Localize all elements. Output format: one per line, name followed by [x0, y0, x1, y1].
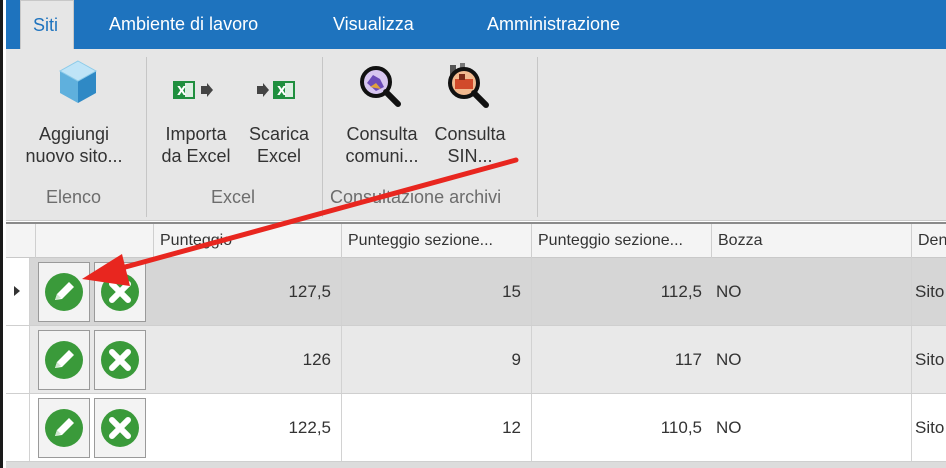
- aggiungi-line2: nuovo sito...: [25, 146, 123, 166]
- scarica-line1: Scarica: [248, 124, 310, 144]
- search-sin-icon: [442, 61, 492, 114]
- group-divider: [146, 57, 147, 217]
- cell-bozza: NO: [712, 258, 912, 325]
- pencil-icon: [45, 409, 83, 447]
- cell-den: Sito: [915, 418, 945, 437]
- tab-visualizza[interactable]: Visualizza: [333, 0, 414, 49]
- edit-button[interactable]: [38, 262, 90, 322]
- ribbon: Aggiungi nuovo sito... Elenco X Importa …: [6, 49, 946, 221]
- cell-punteggio-sezione-2: 117: [674, 350, 702, 369]
- group-label-elenco: Elenco: [46, 187, 102, 207]
- importa-line2: da Excel: [161, 146, 231, 166]
- grid-bottom-strip: [6, 462, 946, 468]
- column-header-indicator: [6, 224, 36, 258]
- column-header-actions: [36, 224, 154, 258]
- scarica-excel-button[interactable]: Scarica Excel: [240, 123, 318, 167]
- cell-punteggio-sezione-1: 9: [342, 326, 532, 393]
- column-header-punteggio-sezione-2[interactable]: Punteggio sezione...: [532, 224, 712, 258]
- edit-button[interactable]: [38, 330, 90, 390]
- tab-siti[interactable]: Siti: [20, 0, 74, 49]
- row-header[interactable]: [6, 326, 30, 393]
- consulta-comuni-line2: comuni...: [345, 146, 419, 166]
- ribbon-tab-bar: Siti Ambiente di lavoro Visualizza Ammin…: [6, 0, 946, 49]
- delete-button[interactable]: [94, 262, 146, 322]
- cell-punteggio: 122,5: [154, 394, 342, 461]
- row-header[interactable]: [6, 258, 30, 325]
- tab-amministrazione[interactable]: Amministrazione: [487, 0, 620, 49]
- table-row[interactable]: 126 9 117 NO Sito: [6, 326, 946, 394]
- close-circle-icon: [101, 341, 139, 379]
- application-window: Siti Ambiente di lavoro Visualizza Ammin…: [0, 0, 946, 468]
- group-label-excel: Excel: [211, 187, 256, 207]
- pencil-icon: [45, 341, 83, 379]
- consulta-comuni-button[interactable]: Consulta comuni...: [338, 123, 426, 167]
- group-divider: [537, 57, 538, 217]
- delete-button[interactable]: [94, 398, 146, 458]
- scarica-line2: Excel: [256, 146, 301, 166]
- cell-punteggio-sezione-2: 112,5: [660, 282, 702, 301]
- cell-den: Sito: [915, 350, 945, 369]
- current-row-indicator-icon: [14, 286, 20, 296]
- cell-punteggio: 126: [154, 326, 342, 393]
- importa-da-excel-button[interactable]: Importa da Excel: [154, 123, 238, 167]
- column-header-punteggio-sezione-1[interactable]: Punteggio sezione...: [342, 224, 532, 258]
- cell-punteggio: 127,5: [154, 258, 342, 325]
- pencil-icon: [45, 273, 83, 311]
- delete-button[interactable]: [94, 330, 146, 390]
- excel-import-icon: X: [171, 79, 215, 106]
- grid-header: Punteggio Punteggio sezione... Punteggio…: [6, 222, 946, 258]
- consulta-sin-line1: Consulta: [434, 124, 506, 144]
- group-label-consultazione-archivi: Consultazione archivi: [330, 187, 502, 207]
- row-header[interactable]: [6, 394, 30, 461]
- cube-icon: [58, 59, 98, 110]
- aggiungi-nuovo-sito-button[interactable]: Aggiungi nuovo sito...: [8, 123, 140, 167]
- table-row[interactable]: 127,5 15 112,5 NO Sito: [6, 258, 946, 326]
- consulta-comuni-line1: Consulta: [346, 124, 418, 144]
- consulta-sin-line2: SIN...: [447, 146, 493, 166]
- cell-punteggio-sezione-1: 15: [342, 258, 532, 325]
- group-divider: [322, 57, 323, 217]
- table-row[interactable]: 122,5 12 110,5 NO Sito: [6, 394, 946, 462]
- column-header-punteggio[interactable]: Punteggio: [154, 224, 342, 258]
- tab-ambiente-di-lavoro[interactable]: Ambiente di lavoro: [109, 0, 258, 49]
- column-header-den[interactable]: Den: [912, 224, 946, 258]
- importa-line1: Importa: [165, 124, 227, 144]
- edit-button[interactable]: [38, 398, 90, 458]
- cell-den: Sito: [915, 282, 945, 301]
- aggiungi-line1: Aggiungi: [38, 124, 110, 144]
- search-map-icon: [356, 63, 402, 114]
- consulta-sin-button[interactable]: Consulta SIN...: [426, 123, 514, 167]
- cell-punteggio-sezione-1: 12: [342, 394, 532, 461]
- excel-export-icon: X: [255, 79, 299, 106]
- cell-bozza: NO: [712, 326, 912, 393]
- cell-punteggio-sezione-2: 110,5: [660, 418, 702, 437]
- close-circle-icon: [101, 273, 139, 311]
- column-header-bozza[interactable]: Bozza: [712, 224, 912, 258]
- sites-grid: Punteggio Punteggio sezione... Punteggio…: [6, 222, 946, 468]
- close-circle-icon: [101, 409, 139, 447]
- cell-bozza: NO: [712, 394, 912, 461]
